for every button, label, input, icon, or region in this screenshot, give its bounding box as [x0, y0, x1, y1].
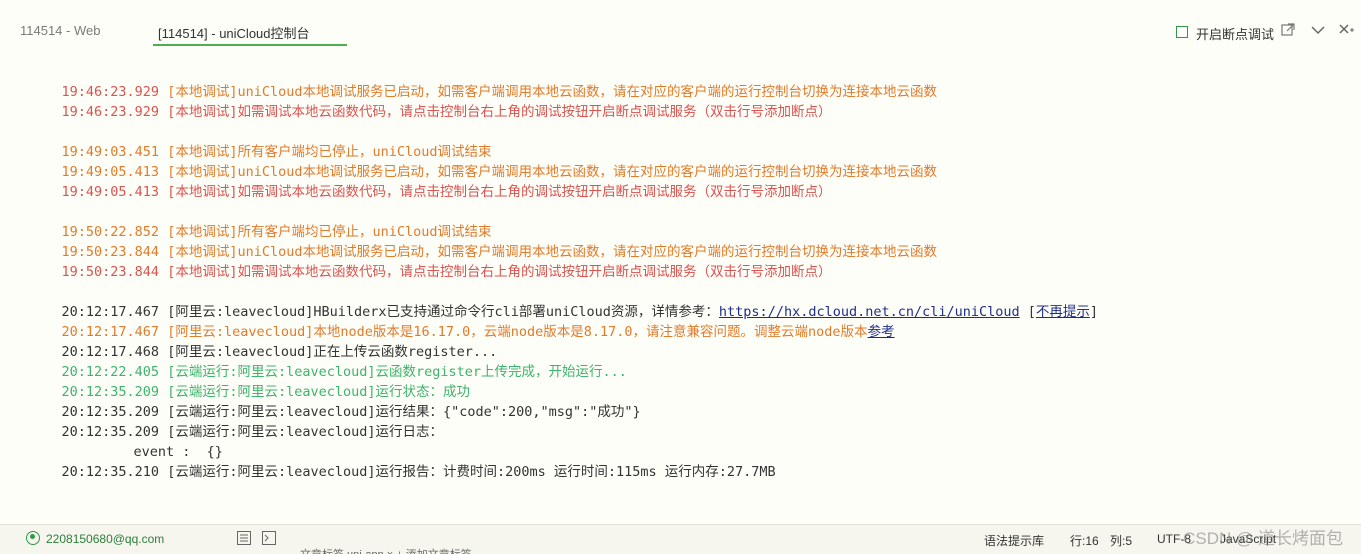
- open-external-icon[interactable]: [1279, 22, 1297, 40]
- node-version-ref-link[interactable]: 参考: [868, 324, 895, 340]
- console-tab-bar: 114514 - Web [114514] - uniCloud控制台 开启断点…: [0, 0, 1361, 58]
- clear-console-icon[interactable]: [1337, 22, 1355, 40]
- terminal-icon[interactable]: [262, 531, 276, 545]
- list-icon[interactable]: [237, 531, 251, 545]
- log-line: 19:50:22.852 [本地调试]所有客户端均已停止，uniCloud调试结…: [61, 224, 492, 240]
- user-icon: [26, 531, 40, 545]
- log-line: event : {}: [133, 444, 223, 460]
- partial-bottom-strip: 文章标签 uni-app × + 添加文章标签: [300, 546, 472, 554]
- dont-show-again-link[interactable]: 不再提示: [1036, 304, 1090, 320]
- tab-unicloud-console[interactable]: [114514] - uniCloud控制台: [158, 23, 310, 42]
- log-line: 20:12:17.468 [阿里云:leavecloud]正在上传云函数regi…: [61, 344, 498, 360]
- cursor-col[interactable]: 列:5: [1110, 532, 1132, 549]
- log-line: 20:12:35.209 [云端运行:阿里云:leavecloud]运行结果：{…: [61, 404, 641, 420]
- watermark: CSDN @ 道长烤面包: [1183, 529, 1343, 548]
- breakpoint-label[interactable]: 开启断点调试: [1196, 24, 1274, 43]
- chevron-down-icon[interactable]: [1309, 22, 1327, 40]
- log-line: 20:12:22.405 [云端运行:阿里云:leavecloud]云函数reg…: [61, 364, 627, 380]
- log-line: 19:46:23.929 [本地调试]如需调试本地云函数代码，请点击控制台右上角…: [61, 104, 832, 120]
- log-line: 19:49:05.413 [本地调试]如需调试本地云函数代码，请点击控制台右上角…: [61, 184, 832, 200]
- log-line: 20:12:35.210 [云端运行:阿里云:leavecloud]运行报告：计…: [61, 464, 776, 480]
- tab-web[interactable]: 114514 - Web: [20, 23, 100, 38]
- cursor-row[interactable]: 行:16: [1070, 532, 1099, 549]
- log-line: 19:46:23.929 [本地调试]uniCloud本地调试服务已启动，如需客…: [61, 84, 937, 100]
- status-bar: 2208150680@qq.com 语法提示库 行:16 列:5 UTF-8 J…: [0, 524, 1361, 554]
- breakpoint-checkbox[interactable]: [1176, 26, 1188, 38]
- log-line: 20:12:35.209 [云端运行:阿里云:leavecloud]运行状态：成…: [61, 384, 470, 400]
- log-line: 20:12:17.467 [阿里云:leavecloud]本地node版本是16…: [61, 324, 895, 340]
- log-line: 20:12:35.209 [云端运行:阿里云:leavecloud]运行日志：: [61, 424, 443, 440]
- log-line: 19:49:03.451 [本地调试]所有客户端均已停止，uniCloud调试结…: [61, 144, 492, 160]
- log-line: 19:50:23.844 [本地调试]uniCloud本地调试服务已启动，如需客…: [61, 244, 937, 260]
- console-output: 19:46:23.929 [本地调试]uniCloud本地调试服务已启动，如需客…: [0, 62, 1361, 522]
- log-line: 20:12:17.467 [阿里云:leavecloud]HBuilderx已支…: [61, 304, 1099, 320]
- active-tab-indicator: [153, 44, 347, 46]
- account-label[interactable]: 2208150680@qq.com: [46, 532, 164, 546]
- log-line: 19:50:23.844 [本地调试]如需调试本地云函数代码，请点击控制台右上角…: [61, 264, 832, 280]
- log-line: 19:49:05.413 [本地调试]uniCloud本地调试服务已启动，如需客…: [61, 164, 937, 180]
- syntax-hint-lib[interactable]: 语法提示库: [984, 532, 1044, 549]
